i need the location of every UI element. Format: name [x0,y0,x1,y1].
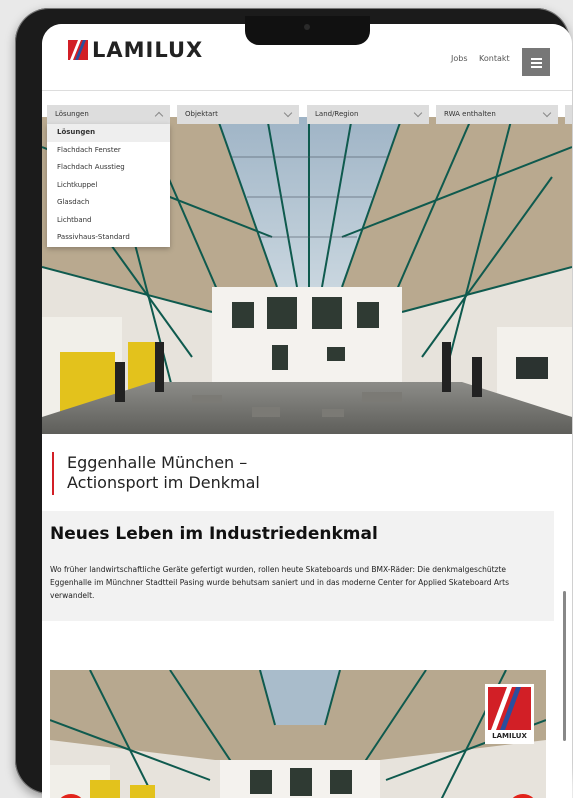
dropdown-option[interactable]: Lichtband [47,212,170,230]
chevron-up-icon [154,111,164,121]
title-accent-bar [52,452,54,495]
filter-objektart-label: Objektart [185,110,218,118]
chevron-down-icon [413,108,423,118]
page-scrollbar[interactable] [563,591,566,741]
camera-lens [304,24,310,30]
dropdown-option[interactable]: Lichtkuppel [47,177,170,195]
filter-more[interactable] [565,105,572,124]
dropdown-option[interactable]: Glasdach [47,194,170,212]
lamilux-badge: LAMILUX [485,684,534,744]
chevron-down-icon [542,108,552,118]
arrow-left-icon [56,794,86,798]
arrow-right-icon [508,794,538,798]
tablet-frame: LAMILUX Jobs Kontakt Lösungen Objektart … [15,8,572,798]
badge-text: LAMILUX [492,732,527,740]
loesungen-dropdown: Lösungen Flachdach Fenster Flachdach Aus… [47,124,170,247]
gallery-image[interactable] [50,670,546,798]
logo[interactable]: LAMILUX [68,38,203,62]
filter-rwa-enthalten-label: RWA enthalten [444,110,496,118]
chevron-down-icon [283,108,293,118]
menu-button[interactable] [522,48,550,76]
dropdown-option[interactable]: Passivhaus-Standard [47,229,170,247]
filter-loesungen[interactable]: Lösungen [47,105,170,124]
dropdown-option[interactable]: Flachdach Fenster [47,142,170,160]
camera-notch [245,16,370,45]
logo-text: LAMILUX [92,38,204,62]
filter-loesungen-label: Lösungen [55,110,89,118]
page-title-line2: Actionsport im Denkmal [67,473,260,492]
section-heading: Neues Leben im Industriedenkmal [50,524,378,544]
page-title: Eggenhalle München – Actionsport im Denk… [67,453,260,493]
prev-button[interactable] [56,794,86,798]
screen: LAMILUX Jobs Kontakt Lösungen Objektart … [42,24,572,798]
dropdown-option[interactable]: Flachdach Ausstieg [47,159,170,177]
section-paragraph: Wo früher landwirtschaftliche Geräte gef… [50,565,509,600]
nav-kontakt-link[interactable]: Kontakt [479,54,510,63]
dropdown-option[interactable]: Lösungen [47,124,170,142]
next-button[interactable] [508,794,538,798]
header-divider [42,90,572,91]
filter-land-region-label: Land/Region [315,110,359,118]
filter-rwa-enthalten[interactable]: RWA enthalten [436,105,558,124]
logo-mark-icon [68,40,88,60]
nav-jobs-link[interactable]: Jobs [451,54,468,63]
page-title-line1: Eggenhalle München – [67,453,248,472]
filter-objektart[interactable]: Objektart [177,105,299,124]
filter-land-region[interactable]: Land/Region [307,105,429,124]
